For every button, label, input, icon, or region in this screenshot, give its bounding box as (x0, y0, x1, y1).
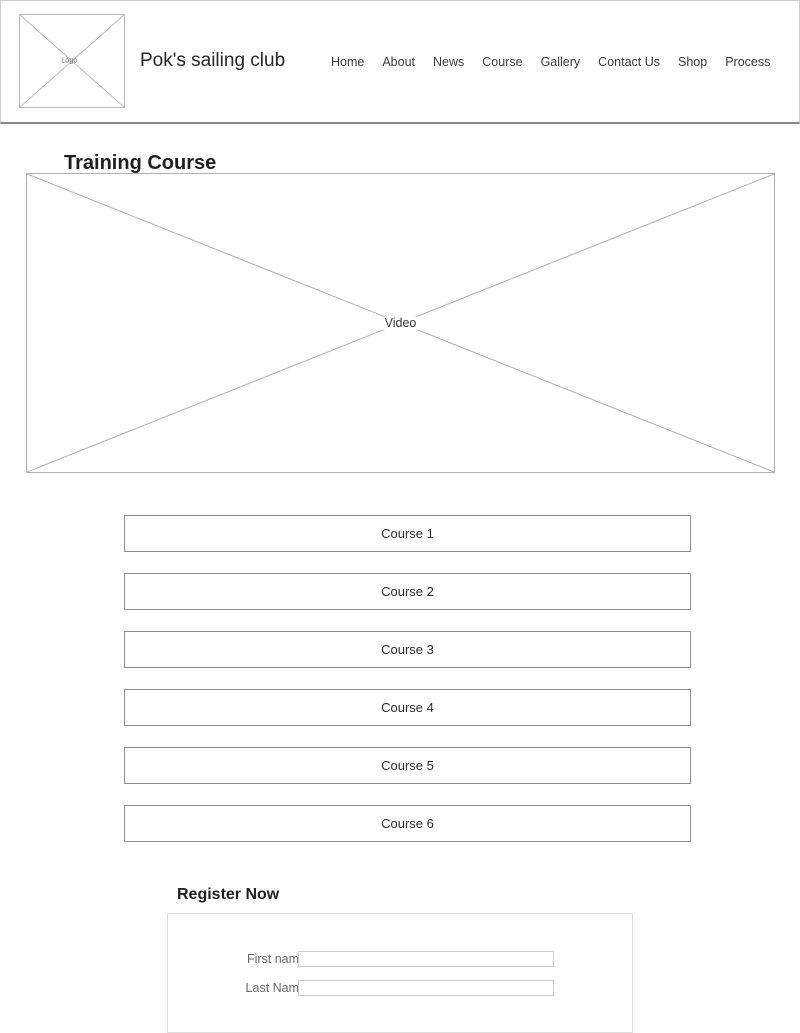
logo-placeholder[interactable]: Logo (19, 14, 125, 108)
first-name-label: First name (246, 951, 306, 966)
logo-label: Logo (61, 57, 78, 65)
first-name-input[interactable] (298, 951, 554, 967)
site-header: Logo Pok's sailing club Home About News … (0, 0, 800, 124)
form-row: Last Name (168, 976, 632, 1000)
main-navigation: Home About News Course Gallery Contact U… (331, 55, 770, 70)
register-form-panel: First name Last Name (167, 913, 633, 1033)
video-label: Video (381, 317, 420, 330)
nav-item-contact-us[interactable]: Contact Us (598, 55, 660, 70)
nav-item-news[interactable]: News (433, 55, 464, 70)
last-name-label: Last Name (245, 980, 306, 995)
brand-title: Pok's sailing club (140, 50, 286, 71)
nav-item-process[interactable]: Process (725, 55, 770, 70)
nav-item-home[interactable]: Home (331, 55, 364, 70)
nav-item-gallery[interactable]: Gallery (541, 55, 581, 70)
last-name-input[interactable] (298, 980, 554, 996)
register-now-heading: Register Now (177, 886, 280, 904)
nav-item-course[interactable]: Course (482, 55, 522, 70)
nav-item-about[interactable]: About (382, 55, 415, 70)
course-button-4[interactable]: Course 4 (124, 689, 691, 726)
course-button-5[interactable]: Course 5 (124, 747, 691, 784)
course-button-1[interactable]: Course 1 (124, 515, 691, 552)
course-button-3[interactable]: Course 3 (124, 631, 691, 668)
form-row: First name (168, 947, 632, 971)
course-list: Course 1 Course 2 Course 3 Course 4 Cour… (124, 515, 691, 842)
video-placeholder[interactable]: Video (26, 173, 775, 473)
nav-item-shop[interactable]: Shop (678, 55, 707, 70)
course-button-2[interactable]: Course 2 (124, 573, 691, 610)
course-button-6[interactable]: Course 6 (124, 805, 691, 842)
page-title: Training Course (64, 152, 217, 175)
